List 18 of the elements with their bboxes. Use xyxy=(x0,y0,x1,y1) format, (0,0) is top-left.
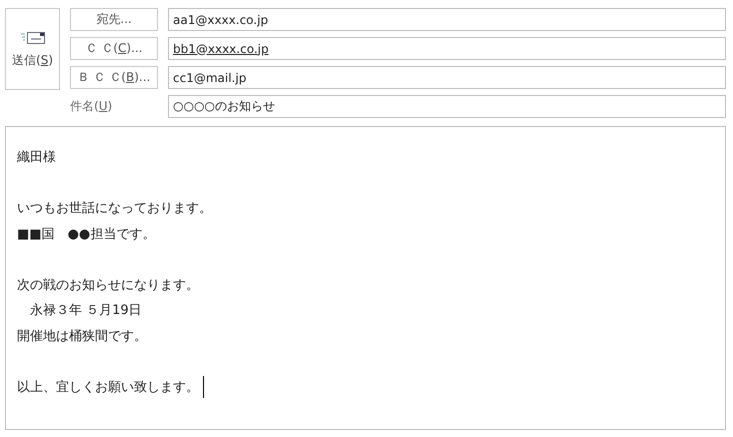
message-line: 永禄３年 ５月19日 xyxy=(29,302,143,320)
message-line: 次の戦のお知らせになります。 xyxy=(17,276,200,294)
address-button[interactable]: 宛先... xyxy=(70,8,158,31)
message-line: ■■国 ●●担当です。 xyxy=(17,226,156,244)
send-button[interactable]: 送信(S) xyxy=(5,8,60,90)
message-line: いつもお世話になっております。 xyxy=(17,200,213,218)
message-line: 織田様 xyxy=(17,149,57,167)
message-body-field[interactable]: 織田様 いつもお世話になっております。 ■■国 ●●担当です。 次の戦のお知らせになります。 永禄３年 ５月19日 開催地は桶狭間です。 以上、宜しくお願い致します。 xyxy=(5,126,726,430)
address-field[interactable]: bb1@xxxx.co.jp xyxy=(168,37,726,60)
address-field[interactable]: cc1@mail.jp xyxy=(168,66,726,89)
subject-label: 件名(U) xyxy=(70,98,112,115)
address-field[interactable]: aa1@xxxx.co.jp xyxy=(168,8,726,31)
subject-field[interactable]: ○○○○のお知らせ xyxy=(168,95,726,118)
message-line: 以上、宜しくお願い致します。 xyxy=(17,374,714,400)
envelope-icon xyxy=(20,30,46,46)
message-line: 開催地は桶狭間です。 xyxy=(17,328,148,346)
address-button[interactable]: Ｂ Ｃ Ｃ(B)... xyxy=(70,66,158,89)
address-button[interactable]: Ｃ Ｃ(C)... xyxy=(70,37,158,60)
